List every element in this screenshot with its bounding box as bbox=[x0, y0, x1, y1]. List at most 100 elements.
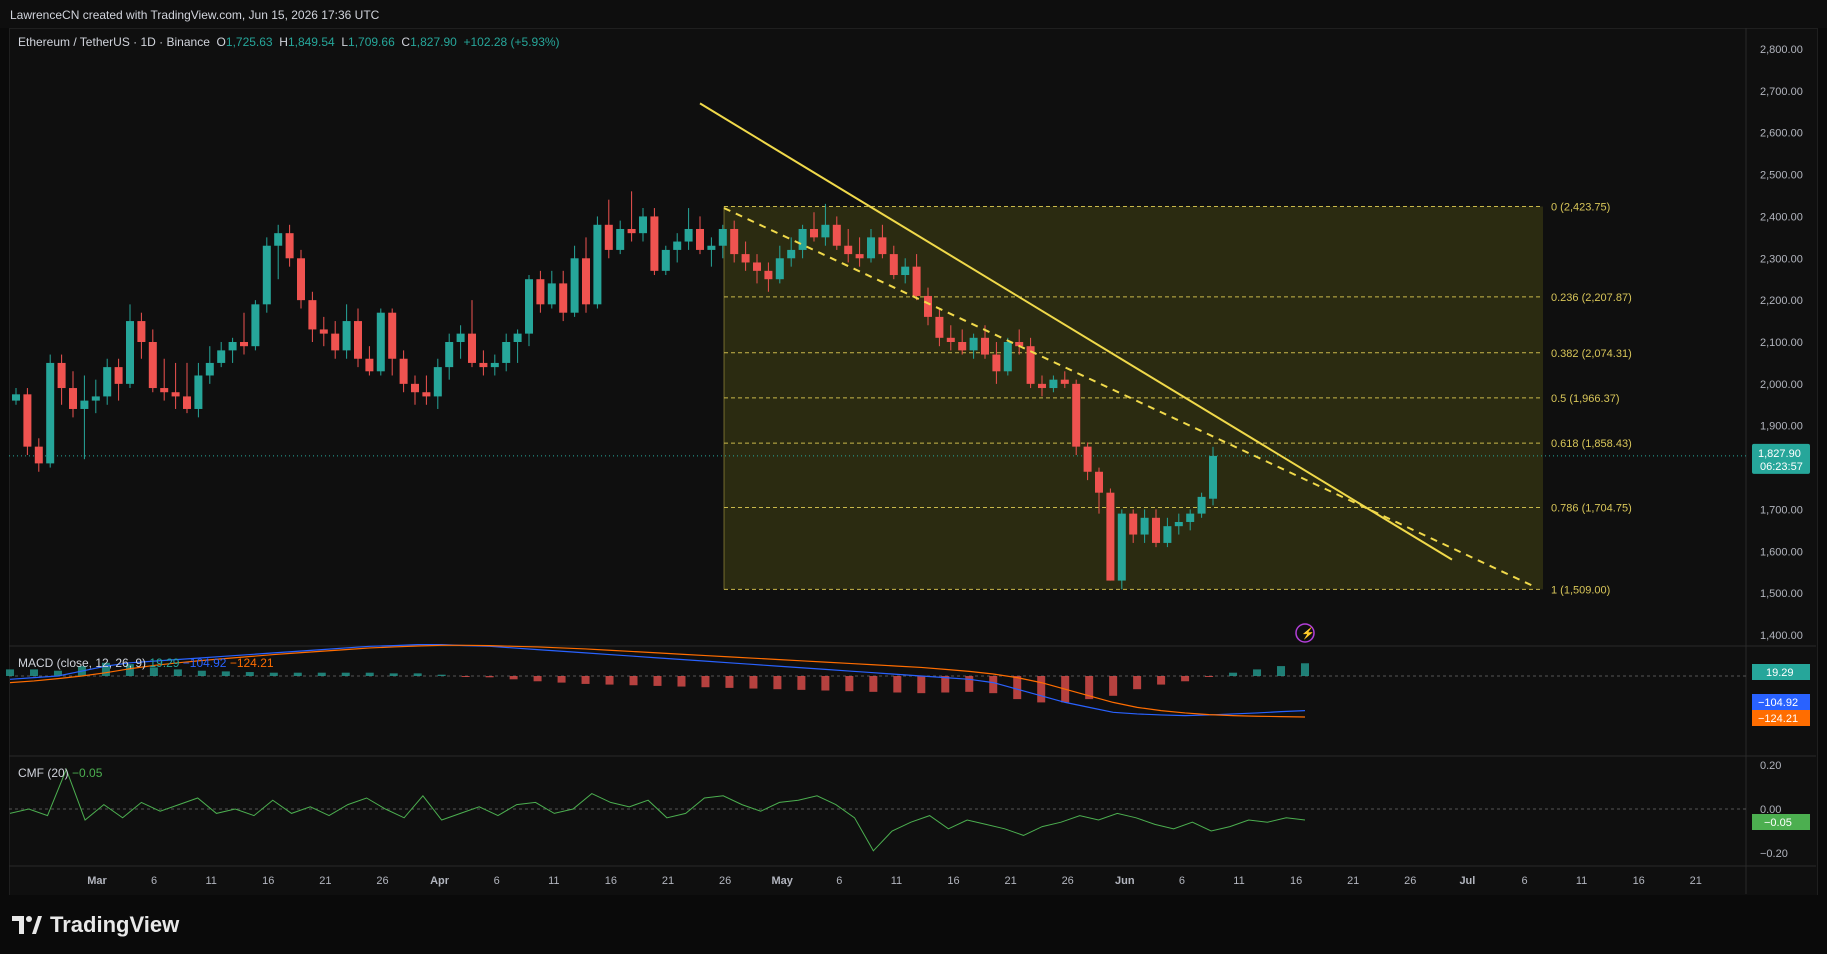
macd-hist-bar bbox=[605, 676, 614, 685]
fib-level-label: 0.618 (1,858.43) bbox=[1551, 438, 1632, 450]
time-axis-label: 11 bbox=[548, 875, 559, 887]
macd-hist-bar bbox=[293, 672, 302, 676]
macd-hist-bar bbox=[245, 672, 254, 676]
candle-body bbox=[525, 279, 533, 334]
macd-hist-bar bbox=[413, 673, 422, 676]
candle-body bbox=[775, 258, 784, 280]
open-label: O bbox=[216, 35, 226, 49]
candle-body bbox=[901, 266, 910, 276]
candle-body bbox=[1186, 513, 1195, 522]
macd-legend[interactable]: MACD (close, 12, 26, 9) 19.29 −104.92 −1… bbox=[18, 656, 274, 670]
candle-body bbox=[582, 258, 590, 305]
candle-body bbox=[753, 262, 761, 271]
macd-hist-bar bbox=[389, 673, 398, 676]
macd-hist-value: 19.29 bbox=[149, 656, 180, 670]
candle-body bbox=[114, 367, 123, 384]
candle-body bbox=[160, 388, 169, 393]
time-axis-label: 21 bbox=[1004, 875, 1016, 887]
macd-hist-bar bbox=[365, 672, 374, 676]
candle-body bbox=[935, 316, 944, 338]
candle-body bbox=[1140, 517, 1149, 535]
candle-body bbox=[1095, 471, 1103, 493]
time-axis-label: 6 bbox=[1521, 875, 1527, 887]
candle-body bbox=[1197, 496, 1206, 514]
macd-hist-bar bbox=[989, 676, 998, 694]
candle-body bbox=[240, 342, 248, 347]
macd-hist-bar bbox=[485, 676, 494, 678]
fib-level-label: 1 (1,509.00) bbox=[1551, 584, 1610, 596]
candle-body bbox=[730, 228, 739, 255]
candle-body bbox=[570, 258, 579, 313]
symbol-legend[interactable]: Ethereum / TetherUS · 1D · Binance O1,72… bbox=[18, 35, 560, 49]
candle-body bbox=[228, 342, 237, 351]
candle-body bbox=[137, 321, 146, 342]
time-axis-label: 21 bbox=[319, 875, 331, 887]
candle-body bbox=[1038, 383, 1046, 389]
candle-body bbox=[946, 337, 955, 342]
change-value: +102.28 (+5.93%) bbox=[463, 35, 560, 49]
macd-hist-bar bbox=[341, 672, 350, 676]
macd-hist-bar bbox=[6, 669, 14, 676]
price-chart[interactable]: 2,800.00 2,700.00 2,600.00 2,500.00 2,400.00… bbox=[0, 0, 1827, 954]
candle-body bbox=[399, 358, 408, 384]
macd-hist-bar bbox=[197, 670, 206, 676]
candle-body bbox=[912, 266, 921, 296]
candle-body bbox=[673, 241, 682, 250]
macd-hist-bar bbox=[1109, 676, 1118, 696]
candle-body bbox=[490, 362, 499, 368]
candle-body bbox=[468, 333, 476, 363]
candle-body bbox=[878, 237, 887, 255]
candle-body bbox=[80, 400, 89, 409]
price-axis-label: 2,800.00 bbox=[1760, 44, 1803, 56]
price-axis-label: 1,700.00 bbox=[1760, 504, 1803, 516]
candle-body bbox=[183, 396, 191, 409]
macd-hist-bar bbox=[1037, 676, 1046, 703]
cmf-title[interactable]: CMF (20) bbox=[18, 766, 69, 780]
time-axis-label: 21 bbox=[1347, 875, 1359, 887]
macd-hist-bar bbox=[269, 672, 278, 676]
candle-body bbox=[855, 254, 864, 259]
macd-hist-tag-label: 19.29 bbox=[1766, 667, 1794, 679]
candle-body bbox=[1129, 513, 1138, 535]
candle-body bbox=[479, 362, 488, 368]
candle-body bbox=[867, 237, 875, 259]
candle-body bbox=[787, 249, 796, 259]
candle-body bbox=[718, 228, 727, 246]
candle-body bbox=[559, 283, 568, 313]
signal-tag-label: −124.21 bbox=[1758, 713, 1798, 725]
price-axis-label: 1,600.00 bbox=[1760, 546, 1803, 558]
price-axis-label: 1,900.00 bbox=[1760, 421, 1803, 433]
tradingview-logo-text: TradingView bbox=[50, 912, 180, 937]
candle-body bbox=[46, 362, 55, 464]
candle-body bbox=[513, 333, 522, 342]
time-axis-label: May bbox=[771, 875, 793, 887]
candle-body bbox=[365, 358, 374, 372]
candle-body bbox=[376, 312, 385, 372]
macd-hist-bar bbox=[797, 676, 806, 690]
candle-body bbox=[422, 392, 431, 397]
cmf-legend[interactable]: CMF (20) −0.05 bbox=[18, 766, 102, 780]
candle-body bbox=[57, 362, 66, 389]
macd-hist-bar bbox=[1013, 676, 1022, 700]
macd-hist-bar bbox=[509, 676, 518, 680]
tradingview-logo[interactable]: TradingView bbox=[12, 912, 179, 938]
candle-body bbox=[91, 396, 100, 401]
candle-body bbox=[1083, 446, 1092, 472]
time-axis-label: 11 bbox=[205, 875, 216, 887]
candle-body bbox=[285, 233, 294, 259]
macd-tag-label: −104.92 bbox=[1758, 697, 1798, 709]
macd-hist-bar bbox=[1205, 676, 1214, 677]
cmf-axis-label: −0.20 bbox=[1760, 848, 1788, 860]
macd-hist-bar bbox=[533, 676, 542, 682]
macd-hist-bar bbox=[677, 676, 686, 687]
time-axis-label: 16 bbox=[262, 875, 274, 887]
candle-body bbox=[992, 354, 1001, 372]
cmf-value-legend: −0.05 bbox=[72, 766, 103, 780]
macd-title[interactable]: MACD (close, 12, 26, 9) bbox=[18, 656, 146, 670]
cmf-line bbox=[9, 768, 1306, 852]
open-value: 1,725.63 bbox=[225, 35, 273, 49]
symbol-name[interactable]: Ethereum / TetherUS · 1D · Binance bbox=[18, 35, 210, 49]
candle-body bbox=[308, 300, 317, 330]
price-axis-label: 2,300.00 bbox=[1760, 253, 1803, 265]
candle-body bbox=[639, 216, 647, 234]
